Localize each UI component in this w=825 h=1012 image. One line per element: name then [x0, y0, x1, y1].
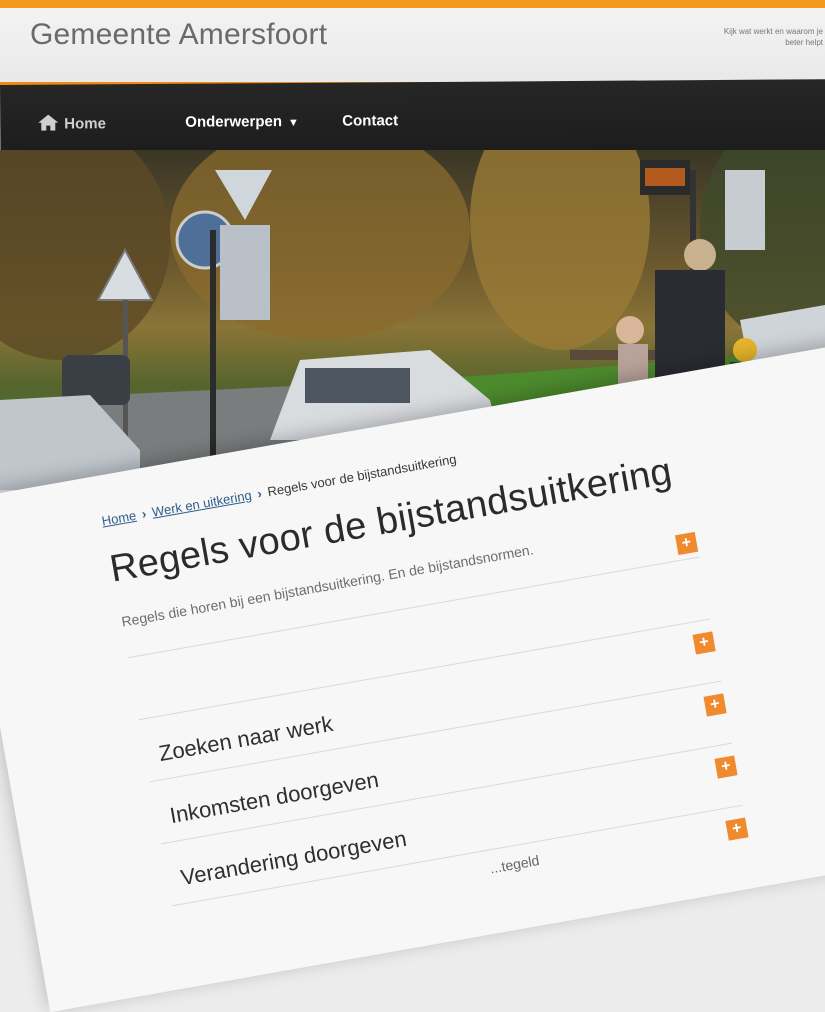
nav-contact-label: Contact	[342, 112, 399, 130]
accordion-item-label: ...tegeld	[488, 852, 541, 877]
top-accent-bar	[0, 0, 825, 8]
chevron-down-icon: ▼	[287, 116, 299, 129]
nav-item-onderwerpen[interactable]: Onderwerpen ▼	[185, 113, 299, 131]
site-header: Gemeente Amersfoort Kijk wat werkt en wa…	[0, 8, 825, 85]
plus-icon[interactable]: +	[703, 693, 727, 717]
breadcrumb-home[interactable]: Home	[101, 508, 138, 529]
chevron-right-icon: ›	[140, 505, 148, 522]
nav-topics-label: Onderwerpen	[185, 113, 283, 131]
plus-icon[interactable]: +	[714, 755, 738, 779]
plus-icon[interactable]: +	[675, 531, 699, 556]
plus-icon[interactable]: +	[725, 817, 749, 841]
site-logo[interactable]: Gemeente Amersfoort	[30, 18, 327, 52]
nav-home-label: Home	[64, 115, 107, 133]
nav-item-home[interactable]: Home	[38, 114, 107, 133]
breadcrumb-werk-en-uitkering[interactable]: Werk en uitkering	[151, 487, 253, 519]
chevron-right-icon: ›	[256, 485, 263, 502]
nav-item-contact[interactable]: Contact	[342, 112, 398, 129]
home-icon	[38, 114, 59, 131]
header-tagline: Kijk wat werkt en waarom je beter helpt	[723, 27, 823, 47]
plus-icon[interactable]: +	[692, 631, 716, 655]
